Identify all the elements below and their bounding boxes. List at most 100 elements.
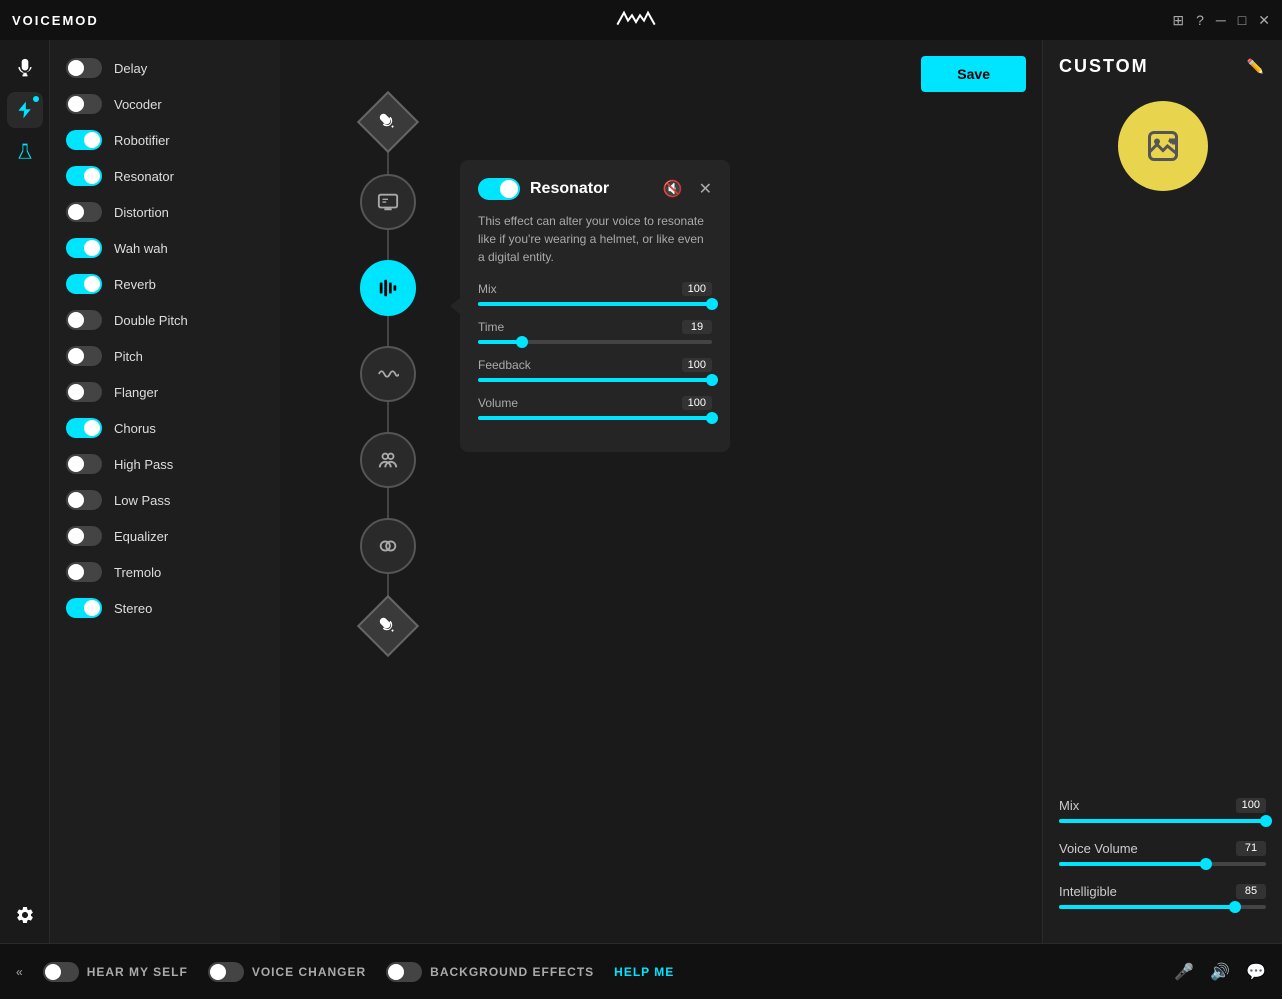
effect-item-equalizer[interactable]: Equalizer — [50, 518, 280, 554]
slider-track-volume[interactable] — [478, 416, 712, 420]
slider-thumb-time[interactable] — [516, 336, 528, 348]
chain-node-group[interactable] — [360, 432, 416, 488]
custom-title: CUSTOM — [1059, 56, 1149, 77]
effect-item-resonator[interactable]: Resonator — [50, 158, 280, 194]
edit-icon[interactable]: ✏️ — [1247, 58, 1266, 75]
center-area: Save — [280, 40, 1042, 943]
nav-settings[interactable] — [7, 897, 43, 933]
slider-fill-volume — [478, 416, 712, 420]
close-popup-icon[interactable]: ✕ — [699, 179, 712, 199]
minimize-icon[interactable]: ─ — [1216, 12, 1226, 28]
toggle-stereo[interactable] — [66, 598, 102, 618]
background-effects-label: BACKGROUND EFFECTS — [430, 965, 594, 979]
chain-node-wave[interactable] — [360, 346, 416, 402]
vm-icon — [616, 8, 656, 33]
toggle-robotifier[interactable] — [66, 130, 102, 150]
help-me-btn[interactable]: HELP ME — [614, 965, 674, 979]
bars-icon — [377, 277, 399, 299]
right-slider-thumb[interactable] — [1200, 858, 1212, 870]
toggle-low_pass[interactable] — [66, 490, 102, 510]
background-effects-item: BACKGROUND EFFECTS — [386, 962, 594, 982]
mute-icon[interactable]: 🔇 — [663, 179, 683, 199]
toggle-chorus[interactable] — [66, 418, 102, 438]
right-slider-thumb[interactable] — [1229, 901, 1241, 913]
custom-image-placeholder[interactable] — [1118, 101, 1208, 191]
popup-header: Resonator 🔇 ✕ — [478, 178, 712, 200]
voice-changer-toggle[interactable] — [208, 962, 244, 982]
screen-icon — [377, 191, 399, 213]
effect-item-robotifier[interactable]: Robotifier — [50, 122, 280, 158]
mic-slash-icon[interactable]: 🎤 — [1174, 962, 1194, 982]
close-icon[interactable]: ✕ — [1258, 12, 1270, 29]
effect-name-wahwah: Wah wah — [114, 241, 168, 256]
resonator-toggle[interactable] — [478, 178, 520, 200]
toggle-resonator[interactable] — [66, 166, 102, 186]
toggle-delay[interactable] — [66, 58, 102, 78]
effect-name-tremolo: Tremolo — [114, 565, 161, 580]
effect-item-wahwah[interactable]: Wah wah — [50, 230, 280, 266]
slider-label-mix: Mix — [478, 282, 497, 296]
toggle-distortion[interactable] — [66, 202, 102, 222]
toggle-equalizer[interactable] — [66, 526, 102, 546]
save-button[interactable]: Save — [921, 56, 1026, 92]
slider-row-volume: Volume 100 — [478, 396, 712, 420]
toggle-reverb[interactable] — [66, 274, 102, 294]
effect-item-stereo[interactable]: Stereo — [50, 590, 280, 626]
maximize-icon[interactable]: □ — [1238, 12, 1246, 28]
question-icon[interactable]: ? — [1196, 12, 1204, 28]
effect-name-delay: Delay — [114, 61, 147, 76]
toggle-pitch[interactable] — [66, 346, 102, 366]
effect-item-vocoder[interactable]: Vocoder — [50, 86, 280, 122]
right-slider-value-mix: 100 — [1236, 798, 1266, 813]
effect-name-flanger: Flanger — [114, 385, 158, 400]
right-slider-track-mix[interactable] — [1059, 819, 1266, 823]
right-slider-track-voice-volume[interactable] — [1059, 862, 1266, 866]
effect-item-high_pass[interactable]: High Pass — [50, 446, 280, 482]
chain-node-input[interactable] — [357, 91, 419, 153]
monitor-icon[interactable]: ⊞ — [1172, 12, 1184, 29]
toggle-vocoder[interactable] — [66, 94, 102, 114]
left-nav — [0, 40, 50, 943]
wave-icon — [377, 363, 399, 385]
effect-item-reverb[interactable]: Reverb — [50, 266, 280, 302]
effect-name-robotifier: Robotifier — [114, 133, 170, 148]
slider-track-time[interactable] — [478, 340, 712, 344]
toggle-high_pass[interactable] — [66, 454, 102, 474]
chain-node-resonator[interactable] — [360, 260, 416, 316]
slider-thumb-volume[interactable] — [706, 412, 718, 424]
right-slider-thumb[interactable] — [1260, 815, 1272, 827]
effect-item-delay[interactable]: Delay — [50, 50, 280, 86]
slider-track-mix[interactable] — [478, 302, 712, 306]
nav-flask[interactable] — [7, 134, 43, 170]
hear-myself-toggle[interactable] — [43, 962, 79, 982]
nav-bolt[interactable] — [7, 92, 43, 128]
effect-item-double_pitch[interactable]: Double Pitch — [50, 302, 280, 338]
toggle-flanger[interactable] — [66, 382, 102, 402]
chain-node-rings[interactable] — [360, 518, 416, 574]
expand-sidebar-btn[interactable]: « — [16, 965, 23, 979]
effect-item-flanger[interactable]: Flanger — [50, 374, 280, 410]
effect-item-chorus[interactable]: Chorus — [50, 410, 280, 446]
slider-fill-mix — [478, 302, 712, 306]
effect-item-tremolo[interactable]: Tremolo — [50, 554, 280, 590]
speaker-icon[interactable]: 🔊 — [1210, 962, 1230, 982]
slider-thumb-mix[interactable] — [706, 298, 718, 310]
slider-row-feedback: Feedback 100 — [478, 358, 712, 382]
toggle-double_pitch[interactable] — [66, 310, 102, 330]
effect-item-distortion[interactable]: Distortion — [50, 194, 280, 230]
right-slider-fill — [1059, 819, 1266, 823]
chain-node-output[interactable] — [357, 595, 419, 657]
slider-thumb-feedback[interactable] — [706, 374, 718, 386]
right-slider-track-intelligible[interactable] — [1059, 905, 1266, 909]
nav-mic[interactable] — [7, 50, 43, 86]
chain-node-screen[interactable] — [360, 174, 416, 230]
background-effects-toggle[interactable] — [386, 962, 422, 982]
right-slider-row-mix: Mix 100 — [1059, 798, 1266, 823]
chat-icon[interactable]: 💬 — [1246, 962, 1266, 982]
effect-item-pitch[interactable]: Pitch — [50, 338, 280, 374]
effect-item-low_pass[interactable]: Low Pass — [50, 482, 280, 518]
toggle-wahwah[interactable] — [66, 238, 102, 258]
toggle-tremolo[interactable] — [66, 562, 102, 582]
bottom-bar: « HEAR MY SELF VOICE CHANGER BACKGROUND … — [0, 943, 1282, 999]
slider-track-feedback[interactable] — [478, 378, 712, 382]
